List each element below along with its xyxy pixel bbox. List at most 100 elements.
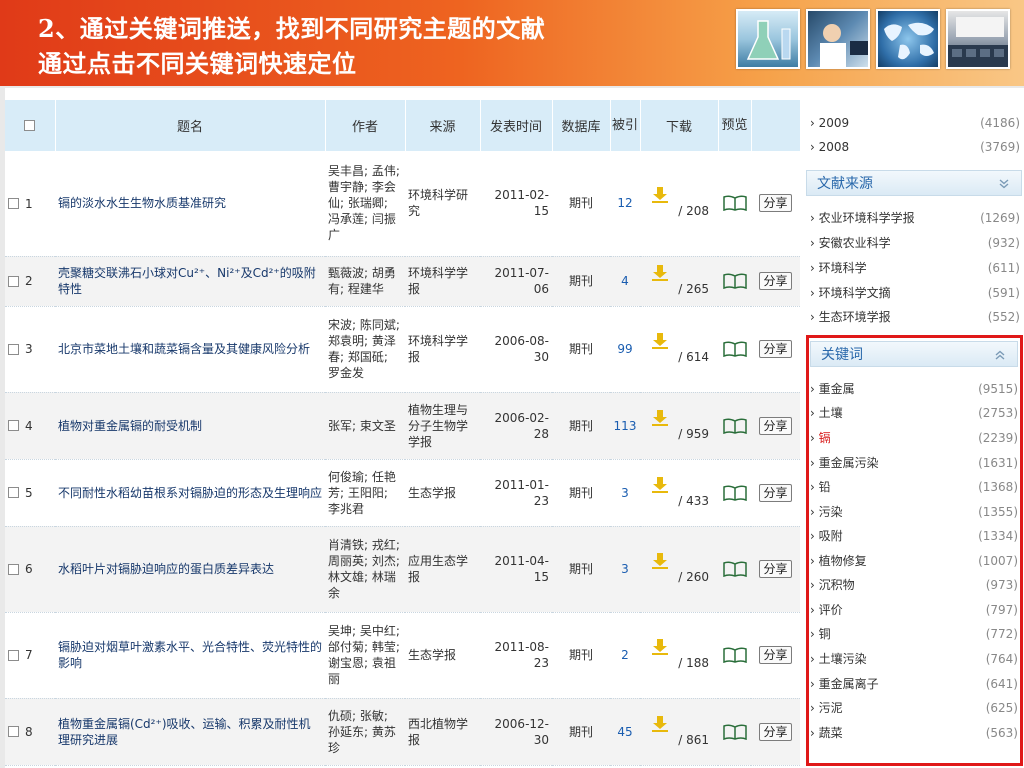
download-icon[interactable] <box>651 265 669 281</box>
facet-source-item[interactable]: › 环境科学文摘 (591) <box>804 281 1024 305</box>
source-section-header[interactable]: 文献来源 <box>806 170 1022 196</box>
book-preview-icon[interactable] <box>722 417 747 434</box>
col-date-header[interactable]: 发表时间 <box>480 100 553 151</box>
download-icon[interactable] <box>651 715 669 732</box>
share-button[interactable]: 分享 <box>759 560 792 578</box>
book-preview-icon[interactable] <box>722 273 747 289</box>
row-cited-count[interactable]: 3 <box>610 526 640 613</box>
book-preview-icon[interactable] <box>722 195 747 212</box>
col-cited-header[interactable]: 被引 <box>610 100 641 151</box>
share-button[interactable]: 分享 <box>759 194 792 213</box>
facet-keyword-item[interactable]: › 铜 (772) <box>804 622 1024 646</box>
row-title-link[interactable]: 不同耐性水稻幼苗根系对镉胁迫的形态及生理响应 <box>55 459 325 527</box>
col-title-header[interactable]: 题名 <box>55 100 326 151</box>
row-source[interactable]: 生态学报 <box>405 459 480 527</box>
row-title-link[interactable]: 镉的淡水水生生物水质基准研究 <box>55 151 325 257</box>
row-cited-count[interactable]: 12 <box>610 151 640 257</box>
row-checkbox[interactable] <box>8 563 19 575</box>
row-title-link[interactable]: 水稻叶片对镉胁迫响应的蛋白质差异表达 <box>55 526 325 613</box>
facet-keyword-item[interactable]: › 土壤 (2753) <box>804 401 1024 425</box>
book-preview-icon[interactable] <box>722 723 747 740</box>
chevron-up-icon[interactable] <box>995 350 1005 360</box>
facet-year-item[interactable]: › 2008 (3769) <box>804 135 1024 159</box>
row-cited-count[interactable]: 113 <box>610 392 640 460</box>
facet-year-item[interactable]: › 2009 (4186) <box>804 111 1024 135</box>
facet-source-item[interactable]: › 安徽农业科学 (932) <box>804 231 1024 255</box>
download-icon[interactable] <box>651 553 669 569</box>
facet-source-item[interactable]: › 环境科学 (611) <box>804 256 1024 280</box>
book-preview-icon[interactable] <box>722 484 747 501</box>
facet-keyword-item[interactable]: › 蔬菜 (563) <box>804 721 1024 745</box>
facet-keyword-item[interactable]: › 重金属离子 (641) <box>804 672 1024 696</box>
row-authors[interactable]: 吴坤; 吴中红; 邰付菊; 韩莹; 谢宝恩; 袁祖丽 <box>325 612 405 699</box>
row-cited-count[interactable]: 2 <box>610 612 640 699</box>
row-cited-count[interactable]: 45 <box>610 698 640 766</box>
row-authors[interactable]: 吴丰昌; 孟伟; 曹宇静; 李会仙; 张瑞卿; 冯承莲; 闫振广 <box>325 151 405 257</box>
col-db-header[interactable]: 数据库 <box>552 100 611 151</box>
download-icon[interactable] <box>651 639 669 655</box>
row-source[interactable]: 生态学报 <box>405 612 480 699</box>
select-all-checkbox[interactable] <box>24 120 36 131</box>
row-authors[interactable]: 肖清铁; 戎红; 周丽英; 刘杰; 林文雄; 林瑞余 <box>325 526 405 613</box>
facet-keyword-item[interactable]: › 铅 (1368) <box>804 475 1024 499</box>
facet-keyword-item[interactable]: › 重金属污染 (1631) <box>804 451 1024 475</box>
share-button[interactable]: 分享 <box>759 722 792 741</box>
facet-keyword-item[interactable]: › 重金属 (9515) <box>804 377 1024 401</box>
chevron-down-icon[interactable] <box>999 179 1009 189</box>
book-preview-icon[interactable] <box>722 341 747 357</box>
col-download-header[interactable]: 下载 <box>640 100 719 151</box>
col-preview-header[interactable]: 预览 <box>718 100 752 151</box>
row-source[interactable]: 应用生态学报 <box>405 526 480 613</box>
share-button[interactable]: 分享 <box>759 416 792 435</box>
row-title-link[interactable]: 镉胁迫对烟草叶激素水平、光合特性、荧光特性的影响 <box>55 612 325 699</box>
col-author-header[interactable]: 作者 <box>325 100 406 151</box>
facet-keyword-item[interactable]: › 植物修复 (1007) <box>804 549 1024 573</box>
share-button[interactable]: 分享 <box>759 646 792 664</box>
row-title-link[interactable]: 植物对重金属镉的耐受机制 <box>55 392 325 460</box>
row-checkbox[interactable] <box>8 487 19 499</box>
row-checkbox[interactable] <box>8 343 19 355</box>
facet-keyword-item[interactable]: › 沉积物 (973) <box>804 573 1024 597</box>
facet-source-item[interactable]: › 生态环境学报 (552) <box>804 305 1024 329</box>
row-title-link[interactable]: 植物重金属镉(Cd²⁺)吸收、运输、积累及耐性机理研究进展 <box>55 698 325 766</box>
col-source-header[interactable]: 来源 <box>405 100 481 151</box>
row-title-link[interactable]: 北京市菜地土壤和蔬菜镉含量及其健康风险分析 <box>55 306 325 393</box>
row-source[interactable]: 环境科学学报 <box>405 256 480 307</box>
facet-source-item[interactable]: › 农业环境科学学报 (1269) <box>804 206 1024 230</box>
row-source[interactable]: 西北植物学报 <box>405 698 480 766</box>
download-icon[interactable] <box>651 333 669 349</box>
book-preview-icon[interactable] <box>722 647 747 663</box>
facet-keyword-item[interactable]: › 污泥 (625) <box>804 696 1024 720</box>
row-authors[interactable]: 何俊瑜; 任艳芳; 王阳阳; 李兆君 <box>325 459 405 527</box>
facet-keyword-item[interactable]: › 土壤污染 (764) <box>804 647 1024 671</box>
facet-keyword-item[interactable]: › 吸附 (1334) <box>804 524 1024 548</box>
download-icon[interactable] <box>651 476 669 493</box>
download-icon[interactable] <box>651 409 669 426</box>
row-authors[interactable]: 宋波; 陈同斌; 郑袁明; 黄泽春; 郑国砥; 罗金发 <box>325 306 405 393</box>
facet-keyword-item[interactable]: › 评价 (797) <box>804 598 1024 622</box>
facet-keyword-item[interactable]: › 镉 (2239) <box>804 426 1024 450</box>
share-button[interactable]: 分享 <box>759 340 792 358</box>
keyword-section-header[interactable]: 关键词 <box>810 341 1018 367</box>
row-source[interactable]: 环境科学学报 <box>405 306 480 393</box>
share-button[interactable]: 分享 <box>759 483 792 502</box>
row-title-link[interactable]: 壳聚糖交联沸石小球对Cu²⁺、Ni²⁺及Cd²⁺的吸附特性 <box>55 256 325 307</box>
row-checkbox[interactable] <box>8 726 19 738</box>
row-cited-count[interactable]: 4 <box>610 256 640 307</box>
facet-keyword-count: (1355) <box>978 505 1018 519</box>
row-authors[interactable]: 张军; 束文圣 <box>325 392 405 460</box>
row-authors[interactable]: 甄薇波; 胡勇有; 程建华 <box>325 256 405 307</box>
row-authors[interactable]: 仇硕; 张敏; 孙延东; 黄苏珍 <box>325 698 405 766</box>
row-cited-count[interactable]: 99 <box>610 306 640 393</box>
row-checkbox[interactable] <box>8 649 19 661</box>
row-source[interactable]: 环境科学研究 <box>405 151 480 257</box>
row-checkbox[interactable] <box>8 198 19 209</box>
facet-keyword-item[interactable]: › 污染 (1355) <box>804 500 1024 524</box>
row-checkbox[interactable] <box>8 420 19 432</box>
book-preview-icon[interactable] <box>722 561 747 577</box>
share-button[interactable]: 分享 <box>759 272 792 290</box>
row-checkbox[interactable] <box>8 275 19 287</box>
row-cited-count[interactable]: 3 <box>610 459 640 527</box>
download-icon[interactable] <box>651 187 669 204</box>
row-source[interactable]: 植物生理与分子生物学学报 <box>405 392 480 460</box>
